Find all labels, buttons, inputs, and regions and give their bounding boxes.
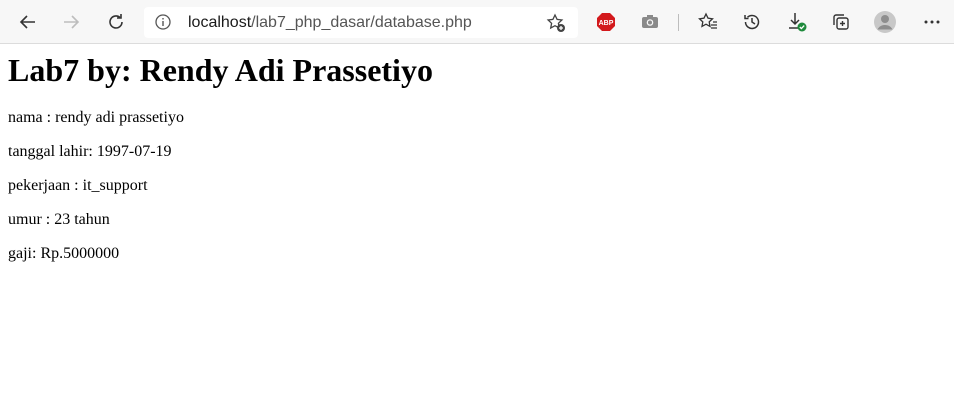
reload-button[interactable] (101, 7, 131, 37)
more-menu-icon (924, 20, 940, 24)
info-icon[interactable] (154, 13, 172, 36)
adblock-plus-icon: ABP (597, 13, 615, 31)
back-button[interactable] (13, 7, 43, 37)
forward-arrow-icon (64, 15, 80, 29)
favorites-icon (698, 12, 717, 29)
collections-button[interactable] (826, 7, 856, 37)
browser-toolbar: localhost/lab7_php_dasar/database.php AB… (0, 0, 954, 44)
toolbar-separator (678, 14, 679, 31)
url-path: /lab7_php_dasar/database.php (251, 14, 472, 31)
svg-text:ABP: ABP (599, 20, 614, 27)
profile-button[interactable] (870, 7, 900, 37)
downloads-button[interactable] (782, 7, 812, 37)
history-button[interactable] (737, 7, 767, 37)
profile-icon (874, 11, 896, 33)
info-line-umur: umur : 23 tahun (8, 211, 110, 228)
collections-icon (833, 14, 849, 30)
history-icon (744, 14, 760, 30)
reload-icon (109, 14, 123, 29)
info-line-tanggal-lahir: tanggal lahir: 1997-07-19 (8, 143, 172, 160)
page-heading: Lab7 by: Rendy Adi Prassetiyo (8, 52, 433, 88)
adblock-button[interactable]: ABP (591, 7, 621, 37)
favorites-button[interactable] (693, 7, 723, 37)
add-favorite-icon[interactable] (546, 13, 566, 38)
forward-button[interactable] (56, 7, 86, 37)
downloads-icon (789, 13, 807, 32)
info-line-pekerjaan: pekerjaan : it_support (8, 177, 148, 194)
url-host: localhost (188, 14, 252, 31)
info-line-gaji: gaji: Rp.5000000 (8, 245, 120, 262)
info-line-nama: nama : rendy adi prassetiyo (8, 109, 184, 126)
camera-icon (642, 15, 658, 28)
back-arrow-icon (19, 15, 35, 29)
address-bar[interactable]: localhost/lab7_php_dasar/database.php (144, 7, 578, 38)
camera-button[interactable] (635, 7, 665, 37)
url-text[interactable]: localhost/lab7_php_dasar/database.php (188, 7, 472, 38)
page-content: Lab7 by: Rendy Adi Prassetiyo nama : ren… (8, 44, 938, 262)
more-menu-button[interactable] (917, 7, 947, 37)
